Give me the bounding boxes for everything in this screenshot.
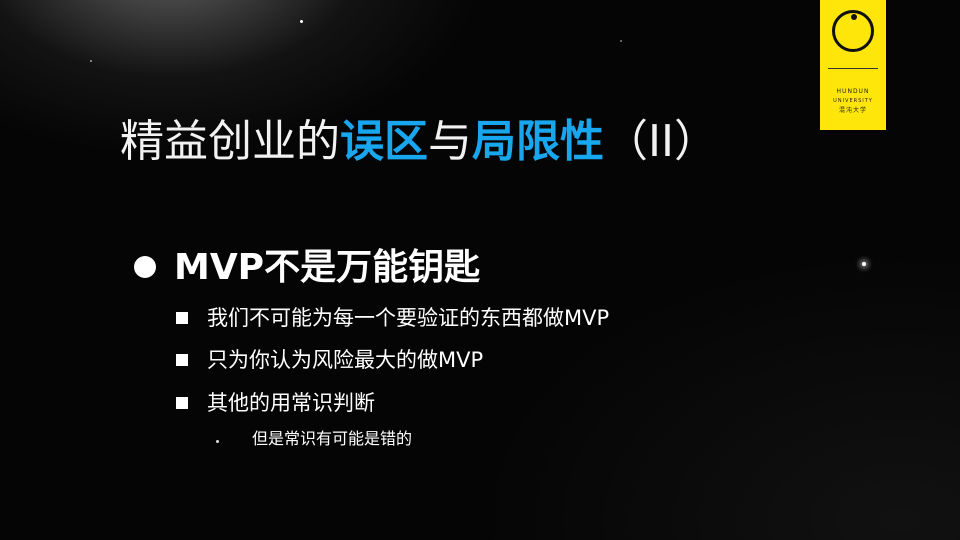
title-part-1: 误区: [340, 116, 428, 167]
sub-bullet-1: 我们不可能为每一个要验证的东西都做MVP: [207, 306, 610, 330]
hundun-university-logo: HUNDUN UNIVERSITY 混沌大学: [820, 0, 886, 130]
logo-line3: 混沌大学: [838, 107, 867, 114]
small-dot-bullet-icon: [216, 440, 219, 443]
square-bullet-icon: [176, 397, 188, 409]
title-part-3: 局限性: [472, 116, 604, 167]
title-part-4: （II）: [604, 116, 718, 167]
logo-line1: HUNDUN: [836, 88, 870, 95]
main-bullet: MVP不是万能钥匙: [174, 247, 481, 288]
square-bullet-icon: [176, 354, 188, 366]
star: [90, 60, 92, 62]
sub-bullet-3: 其他的用常识判断: [207, 391, 375, 415]
title-part-2: 与: [428, 116, 472, 167]
title-part-0: 精益创业的: [120, 116, 340, 167]
logo-line2: UNIVERSITY: [833, 98, 873, 104]
star: [300, 20, 303, 23]
square-bullet-icon: [176, 312, 188, 324]
star: [862, 262, 866, 266]
sub-sub-bullet: 但是常识有可能是错的: [252, 429, 413, 448]
star: [620, 40, 622, 42]
logo-divider: [828, 68, 878, 69]
slide-title: 精益创业的误区与局限性（II）: [120, 112, 718, 172]
sub-bullet-2: 只为你认为风险最大的做MVP: [207, 348, 484, 372]
bullet-dot-icon: [134, 256, 156, 278]
logo-dot-icon: [851, 14, 857, 20]
